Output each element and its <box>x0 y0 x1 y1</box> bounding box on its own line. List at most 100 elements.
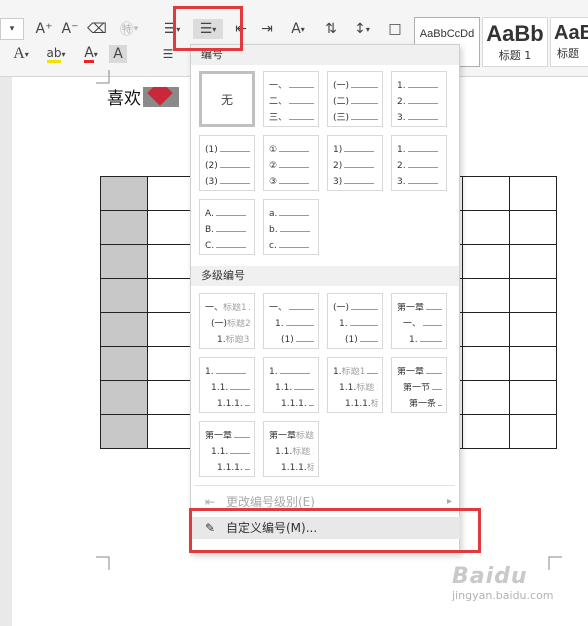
numbering-style-tile[interactable]: (一) (二) (三) <box>327 71 383 127</box>
tile-number: 1.1.1. <box>217 463 243 473</box>
table-cell[interactable] <box>509 414 557 449</box>
sort-button[interactable]: ⇅ <box>320 19 342 39</box>
numbering-style-tile[interactable]: (1) (2) (3) <box>199 135 255 191</box>
multilevel-style-tile[interactable]: 一、 1. (1) <box>263 293 319 349</box>
table-cell[interactable] <box>509 176 557 211</box>
multilevel-style-tile[interactable]: 第一章 第一节 第一条 <box>391 357 447 413</box>
table-cell[interactable] <box>462 380 510 415</box>
font-color-button[interactable]: A ▾ <box>76 44 106 64</box>
tile-line: 第一条 <box>397 399 442 410</box>
table-cell[interactable] <box>147 380 193 415</box>
clear-format-button[interactable]: ⌫ <box>86 19 108 39</box>
multilevel-style-tile[interactable]: 第一章 一、 1. <box>391 293 447 349</box>
table-cell[interactable] <box>462 312 510 347</box>
table-cell[interactable] <box>509 380 557 415</box>
numbering-style-tile[interactable]: ① ② ③ <box>263 135 319 191</box>
table-cell[interactable] <box>462 210 510 245</box>
shrink-font-button[interactable]: A⁻ <box>59 19 81 39</box>
table-cell-shaded[interactable] <box>100 380 148 415</box>
table-cell[interactable] <box>462 176 510 211</box>
tile-number: 1.1. <box>339 383 357 393</box>
table-cell[interactable] <box>147 244 193 279</box>
table-cell[interactable] <box>509 346 557 381</box>
table-cell[interactable] <box>509 312 557 347</box>
highlight-button[interactable]: ab ▾ <box>40 44 72 64</box>
menu-divider <box>195 485 455 486</box>
tile-rule <box>215 373 246 374</box>
tile-line: 1. <box>205 367 250 378</box>
multilevel-style-tile[interactable]: 1. 1.1. 1.1.1. <box>199 357 255 413</box>
tile-rule <box>215 215 246 216</box>
section-title: 多级编号 <box>201 269 245 282</box>
line-spacing-button[interactable]: ↕ ▾ <box>348 19 376 39</box>
multilevel-style-tile[interactable]: 第一章标题11.1.标题 21.1.1.标题 3 <box>263 421 319 477</box>
table-cell[interactable] <box>147 278 193 313</box>
numbering-style-tile[interactable]: a. b. c. <box>263 199 319 255</box>
corner-mark <box>96 556 110 570</box>
numbering-none-tile[interactable]: 无 <box>199 71 255 127</box>
chinese-layout-button[interactable]: A ▾ <box>284 19 312 39</box>
table-cell[interactable] <box>147 176 193 211</box>
tile-number: 1. <box>275 319 284 329</box>
tile-rule <box>244 469 250 470</box>
table-cell[interactable] <box>462 278 510 313</box>
tile-line: 一、 <box>397 319 442 330</box>
table-cell[interactable] <box>147 210 193 245</box>
style-title[interactable]: AaB 标题 <box>550 17 588 67</box>
tile-number: 1.1. <box>275 447 293 457</box>
tile-rule <box>344 183 375 184</box>
numbering-style-tile[interactable]: A. B. C. <box>199 199 255 255</box>
tile-line: 1.1.标题 2 <box>333 383 378 394</box>
table-cell[interactable] <box>509 210 557 245</box>
border-button[interactable]: □ <box>384 19 406 39</box>
multilevel-style-tile[interactable]: (一) 1. (1) <box>327 293 383 349</box>
table-cell[interactable] <box>462 346 510 381</box>
table-cell[interactable] <box>462 244 510 279</box>
numbering-style-tile[interactable]: 1) 2) 3) <box>327 135 383 191</box>
numbering-style-tile[interactable]: 1. 2. 3. <box>391 71 447 127</box>
table-cell[interactable] <box>147 312 193 347</box>
table-cell[interactable] <box>147 414 193 449</box>
font-size-dropdown[interactable]: ▾ <box>0 18 24 40</box>
char-shading-button[interactable]: A <box>109 45 127 63</box>
tile-number: 第一章 <box>269 431 297 441</box>
tile-line: A. <box>205 209 250 220</box>
table-cell-shaded[interactable] <box>100 312 148 347</box>
tile-number: 2. <box>397 161 406 171</box>
tile-line: 1.1.1. <box>205 399 250 410</box>
table-cell-shaded[interactable] <box>100 346 148 381</box>
border-icon: □ <box>388 21 402 37</box>
tile-number: 第一条 <box>409 399 437 409</box>
text-effect-button[interactable]: A ▾ <box>6 44 36 64</box>
tile-rule <box>279 215 310 216</box>
tile-number: ② <box>269 161 278 171</box>
style-heading-1[interactable]: AaBb 标题 1 <box>482 17 548 67</box>
tile-line: 1.1.1. <box>205 463 250 474</box>
menu-bar-strip <box>0 0 588 8</box>
tile-number: A. <box>205 209 214 219</box>
table-cell-shaded[interactable] <box>100 176 148 211</box>
tile-line: 1.1.1.标题 3 <box>269 463 314 474</box>
increase-indent-button[interactable]: ⇥ <box>256 19 278 39</box>
numbering-style-tile[interactable]: 1. 2. 3. <box>391 135 447 191</box>
table-cell-shaded[interactable] <box>100 278 148 313</box>
multilevel-style-tile[interactable]: 第一章 1.1. 1.1.1. <box>199 421 255 477</box>
grow-font-button[interactable]: A⁺ <box>33 19 55 39</box>
tile-number: ① <box>269 145 278 155</box>
table-cell[interactable] <box>509 244 557 279</box>
phonetic-guide-button[interactable]: ㊕ ▾ <box>114 19 144 39</box>
multilevel-style-tile[interactable]: 1. 1.1. 1.1.1. <box>263 357 319 413</box>
shrink-font-icon: A⁻ <box>61 21 79 37</box>
tile-number: 二、 <box>269 97 288 107</box>
table-cell[interactable] <box>509 278 557 313</box>
tile-number: 1) <box>333 145 343 155</box>
tile-line: 一、 <box>269 81 314 92</box>
multilevel-style-tile[interactable]: 1.标题11.1.标题 21.1.1.标题 3 <box>327 357 383 413</box>
table-cell-shaded[interactable] <box>100 210 148 245</box>
table-cell[interactable] <box>147 346 193 381</box>
table-cell[interactable] <box>462 414 510 449</box>
multilevel-style-tile[interactable]: 一、标题1 (一)标题2 1.标题3 <box>199 293 255 349</box>
numbering-style-tile[interactable]: 一、 二、 三、 <box>263 71 319 127</box>
table-cell-shaded[interactable] <box>100 244 148 279</box>
table-cell-shaded[interactable] <box>100 414 148 449</box>
